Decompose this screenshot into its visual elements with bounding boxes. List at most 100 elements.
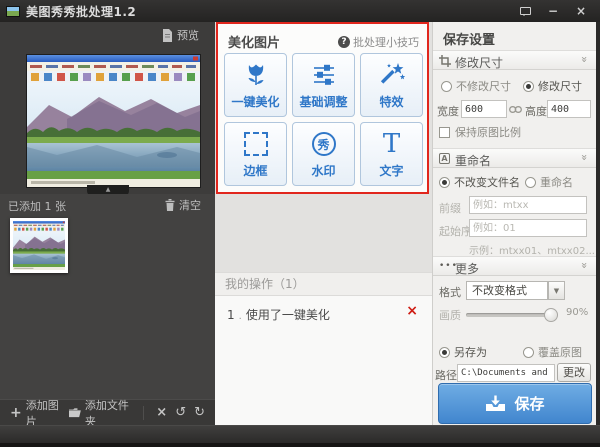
my-operations-header: 我的操作（1）	[215, 272, 432, 296]
operation-text: 使用了一键美化	[246, 308, 330, 322]
collapse-up-icon: ▲	[106, 186, 111, 193]
radio-icon	[523, 347, 534, 358]
preview-button[interactable]: 预览	[162, 27, 199, 43]
feedback-button[interactable]	[516, 4, 534, 18]
image-thumbnail[interactable]	[10, 218, 68, 273]
operation-list-item: 1.使用了一键美化 ×	[215, 296, 432, 323]
batch-tips-link[interactable]: ? 批处理小技巧	[338, 34, 419, 50]
flower-icon	[243, 61, 269, 89]
basic-adjust-label: 基础调整	[299, 93, 347, 110]
preview-image	[27, 55, 200, 187]
magic-wand-icon	[378, 61, 406, 89]
checkbox-icon	[439, 127, 450, 138]
beautify-panel: 美化图片 ? 批处理小技巧	[215, 22, 432, 425]
format-label: 格式	[439, 284, 461, 300]
sliders-icon	[311, 62, 337, 88]
overwrite-radio[interactable]: 覆盖原图	[523, 344, 582, 360]
rename-label: 重命名	[540, 176, 573, 189]
toolbar-divider	[143, 406, 144, 420]
height-input[interactable]	[547, 100, 591, 118]
dropdown-arrow-icon[interactable]: ▼	[548, 281, 565, 300]
minimize-button[interactable]: −	[544, 4, 562, 18]
width-input[interactable]	[461, 100, 507, 118]
effects-button[interactable]: 特效	[360, 53, 423, 117]
image-list-panel: 预览 ▲ 已添加 1 张 清空	[0, 22, 215, 425]
keep-filename-radio[interactable]: 不改变文件名	[439, 174, 520, 190]
quality-slider[interactable]	[466, 313, 558, 317]
clear-all-label: 清空	[179, 197, 201, 213]
frame-icon	[244, 132, 268, 156]
keep-ratio-checkbox[interactable]: 保持原图比例	[439, 124, 521, 140]
no-resize-label: 不修改尺寸	[456, 80, 511, 93]
border-button[interactable]: 边框	[224, 122, 287, 186]
radio-icon	[525, 177, 536, 188]
remove-selected-button[interactable]: ×	[156, 406, 167, 419]
basic-adjust-button[interactable]: 基础调整	[292, 53, 355, 117]
one-key-beautify-label: 一键美化	[231, 93, 279, 110]
path-input[interactable]	[457, 364, 555, 382]
help-icon: ?	[338, 36, 350, 48]
redo-button[interactable]: ↻	[194, 406, 205, 419]
app-logo-icon	[6, 6, 20, 17]
left-toolbar: + 添加图片 添加文件夹 × ↺ ↻	[0, 399, 215, 425]
watermark-button[interactable]: 秀 水印	[292, 122, 355, 186]
link-icon	[509, 106, 522, 113]
resize-radio[interactable]: 修改尺寸	[523, 78, 582, 94]
format-select[interactable]: 不改变格式	[466, 281, 548, 300]
radio-selected-icon	[523, 81, 534, 92]
radio-selected-icon	[439, 347, 450, 358]
added-count-label: 已添加 1 张	[8, 198, 66, 214]
keep-filename-label: 不改变文件名	[454, 176, 520, 189]
one-key-beautify-button[interactable]: 一键美化	[224, 53, 287, 117]
window-frame-bottom	[0, 425, 600, 447]
save-icon	[485, 395, 506, 412]
text-t-icon: T	[383, 131, 400, 157]
keep-ratio-label: 保持原图比例	[455, 126, 521, 139]
rename-section-header[interactable]: A 重命名 »	[433, 148, 596, 168]
close-button[interactable]: ×	[572, 4, 590, 18]
clear-all-button[interactable]: 清空	[165, 197, 201, 213]
folder-icon	[69, 407, 81, 418]
chevron-collapse-icon: »	[578, 262, 591, 269]
text-label: 文字	[379, 162, 403, 179]
file-list-area: 已添加 1 张 清空	[0, 194, 215, 399]
add-image-button[interactable]: + 添加图片	[10, 397, 61, 429]
more-section-title: 更多	[455, 260, 479, 277]
border-label: 边框	[243, 162, 267, 179]
chevron-collapse-icon: »	[578, 56, 591, 63]
rename-section-title: 重命名	[455, 152, 491, 169]
width-label: 宽度	[437, 103, 459, 119]
save-settings-title: 保存设置	[443, 29, 495, 48]
more-section-header[interactable]: ••• 更多 »	[433, 256, 596, 276]
remove-operation-button[interactable]: ×	[406, 304, 418, 318]
no-resize-radio[interactable]: 不修改尺寸	[441, 78, 511, 94]
trash-icon	[165, 199, 175, 211]
quality-label: 画质	[439, 307, 461, 323]
text-button[interactable]: T 文字	[360, 122, 423, 186]
beautify-title: 美化图片	[228, 32, 280, 51]
app-window: 美图秀秀批处理1.2 − × 预览 ▲	[0, 0, 600, 447]
add-folder-button[interactable]: 添加文件夹	[69, 397, 131, 429]
beautify-button-grid: 一键美化 基础	[224, 53, 423, 186]
resize-label: 修改尺寸	[538, 80, 582, 93]
save-as-radio[interactable]: 另存为	[439, 344, 487, 360]
prefix-label: 前缀	[439, 200, 461, 216]
preview-page-icon	[162, 29, 173, 42]
quality-slider-knob[interactable]	[544, 308, 558, 322]
prefix-input[interactable]	[469, 196, 587, 214]
effects-label: 特效	[379, 93, 403, 110]
window-title: 美图秀秀批处理1.2	[26, 3, 136, 20]
save-button[interactable]: 保存	[438, 383, 592, 424]
radio-icon	[441, 81, 452, 92]
resize-section-header[interactable]: 修改尺寸 »	[433, 50, 596, 70]
change-path-button[interactable]: 更改	[557, 363, 591, 382]
undo-button[interactable]: ↺	[175, 406, 186, 419]
start-number-input[interactable]	[469, 219, 587, 237]
rename-example: 示例：mtxx01、mtxx02...	[469, 242, 595, 257]
watermark-label: 水印	[311, 162, 335, 179]
beautify-card-highlighted: 美化图片 ? 批处理小技巧	[216, 22, 429, 194]
operation-index: 1	[227, 308, 235, 322]
rename-radio[interactable]: 重命名	[525, 174, 573, 190]
plus-icon: +	[10, 406, 22, 420]
batch-tips-label: 批处理小技巧	[353, 34, 419, 50]
